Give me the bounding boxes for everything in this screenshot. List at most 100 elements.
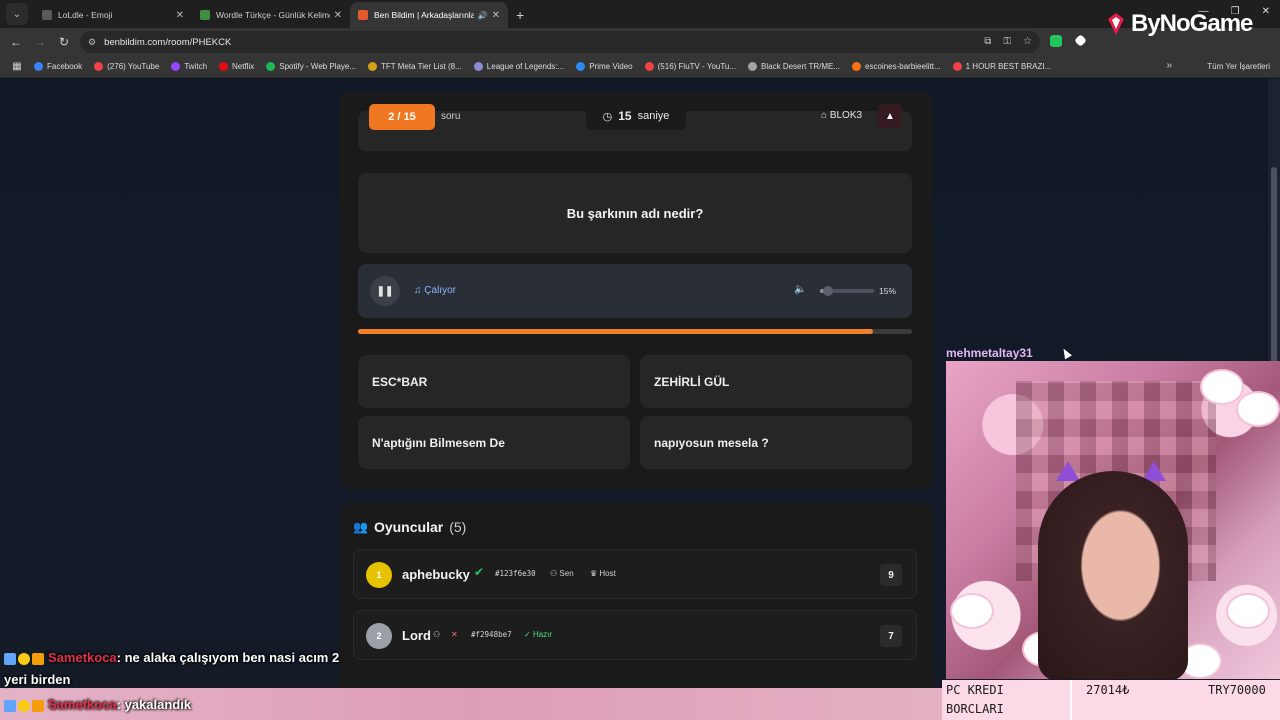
answer-option-3[interactable]: N'aptığını Bilmesem De <box>358 416 630 469</box>
bookmark-spotify[interactable]: Spotify - Web Playe... <box>266 62 356 71</box>
check-icon: ✓ <box>524 630 533 639</box>
player-score: 7 <box>880 625 902 647</box>
pause-icon: ❚❚ <box>376 285 394 297</box>
youtube-icon <box>644 62 654 71</box>
rank-badge: 1 <box>366 562 392 588</box>
badge-icon <box>4 652 16 665</box>
player-row: 2 Lord ⚇ ✕ #f2948be7 ✓ Hazır 7 <box>353 610 917 660</box>
report-button[interactable]: ▲ <box>878 104 902 128</box>
bookmark-label: (516) FluTV - YouTu... <box>657 62 737 71</box>
address-bar[interactable]: ⚙ benbildim.com/room/PHEKCK ⧉ ⚿ ☆ <box>80 31 1040 53</box>
bookmark-label: League of Legends:... <box>486 62 565 71</box>
music-note-icon: ♫ <box>414 285 425 296</box>
bookmark-facebook[interactable]: Facebook <box>34 62 82 71</box>
forward-icon[interactable]: → <box>28 35 52 49</box>
bookmark-brazil[interactable]: 1 HOUR BEST BRAZI... <box>952 62 1051 71</box>
volume-knob[interactable] <box>823 286 834 296</box>
ready-label: Hazır <box>532 630 553 639</box>
bookmark-league[interactable]: League of Legends:... <box>473 62 565 71</box>
bookmark-label: (276) YouTube <box>107 62 160 71</box>
bookmark-star-icon[interactable]: ☆ <box>1023 36 1032 47</box>
player-name: aphebucky <box>402 567 470 582</box>
close-icon[interactable]: ✕ <box>334 10 342 21</box>
tag-label: BLOK3 <box>829 110 863 121</box>
tab-bar: ⌄ LoLdle - Emoji ✕ Wordle Türkçe - Günlü… <box>0 0 1280 28</box>
kick-user-icon[interactable]: ✕ <box>451 630 458 639</box>
players-count: (5) <box>449 519 467 535</box>
answer-option-1[interactable]: ESC*BAR <box>358 355 630 408</box>
players-heading: 👥 Oyuncular (5) <box>353 519 466 535</box>
chat-text: : yakalandık <box>116 697 192 712</box>
reload-icon[interactable]: ↻ <box>52 35 76 49</box>
netflix-icon <box>219 62 229 71</box>
new-tab-button[interactable]: + <box>516 7 524 23</box>
facebook-icon <box>34 62 43 71</box>
answer-option-4[interactable]: napıyosun mesela ? <box>640 416 912 469</box>
chat-message: Sametkoca: yakalandık <box>4 697 191 712</box>
bookmark-flutv[interactable]: (516) FluTV - YouTu... <box>644 62 737 71</box>
loldle-favicon-icon <box>42 10 52 20</box>
apps-grid-icon[interactable]: ▦ <box>6 61 28 72</box>
tft-icon <box>368 62 378 71</box>
youtube-icon <box>94 62 104 71</box>
song-progress-fill <box>358 329 874 334</box>
twitch-icon <box>171 62 181 71</box>
password-key-icon[interactable]: ⚿ <box>1003 36 1011 47</box>
bookmark-prime[interactable]: Prime Video <box>576 62 633 71</box>
brand-text: ByNoGame <box>1131 10 1253 37</box>
timer-unit: saniye <box>637 110 670 122</box>
omnibox-actions: ⧉ ⚿ ☆ <box>984 36 1032 47</box>
cast-icon[interactable]: ⧉ <box>984 36 991 47</box>
bookmark-netflix[interactable]: Netflix <box>219 62 254 71</box>
all-bookmarks-folder[interactable]: Tüm Yer İşaretleri <box>1207 62 1270 71</box>
bookmark-label: Black Desert TR/ME... <box>761 62 841 71</box>
bookmark-label: Twitch <box>184 62 208 71</box>
bookmarks-bar: ▦ Facebook (276) YouTube Twitch Netflix … <box>0 56 1280 78</box>
host-badge: ♛ Host <box>590 569 616 578</box>
badge-icon <box>32 699 44 712</box>
speaker-icon[interactable]: 🔊 <box>478 11 488 20</box>
verified-icon: ✔ <box>474 565 485 579</box>
close-icon[interactable]: ✕ <box>492 10 500 21</box>
ready-badge: ✓ Hazır <box>524 630 552 639</box>
warning-icon: ▲ <box>885 110 895 122</box>
host-label: Host <box>599 569 616 578</box>
wordle-favicon-icon <box>200 10 210 20</box>
webcam-username: mehmetaltay31 <box>946 346 1033 360</box>
shield-extension-icon[interactable] <box>1050 35 1062 47</box>
bookmark-tft[interactable]: TFT Meta Tier List (8... <box>368 62 462 71</box>
question-counter-badge: 2 / 15 <box>369 104 435 130</box>
hello-kitty-icon <box>1226 593 1270 629</box>
pause-button[interactable]: ❚❚ <box>370 276 400 306</box>
volume-icon[interactable]: 🔈 <box>794 284 806 295</box>
back-icon[interactable]: ← <box>4 35 28 49</box>
close-window-icon[interactable]: ✕ <box>1262 6 1270 17</box>
bookmark-label: Prime Video <box>589 62 633 71</box>
tab-benbildim[interactable]: Ben Bildim | Arkadaşlarınla 🔊 ✕ <box>350 2 508 28</box>
spotify-icon <box>266 62 276 71</box>
close-icon[interactable]: ✕ <box>176 10 184 21</box>
league-icon <box>473 62 483 71</box>
chat-message: Sametkoca: ne alaka çalışıyom ben nasi a… <box>4 650 339 665</box>
badge-icon <box>32 652 44 665</box>
diamond-extension-icon[interactable] <box>1074 34 1087 47</box>
site-info-icon[interactable]: ⚙ <box>88 37 96 48</box>
pc-credit-overlay: PC KREDI BORCLARI 27014₺ TRY70000 <box>942 680 1280 720</box>
bookmark-youtube[interactable]: (276) YouTube <box>94 62 159 71</box>
bookmark-twitch[interactable]: Twitch <box>171 62 207 71</box>
bookmark-escoines[interactable]: escoines-barbieelitt... <box>852 62 941 71</box>
answer-option-2[interactable]: ZEHİRLİ GÜL <box>640 355 912 408</box>
volume-slider[interactable] <box>820 286 874 296</box>
hello-kitty-icon <box>950 593 994 629</box>
tab-search-button[interactable]: ⌄ <box>6 3 28 25</box>
streamer <box>1038 471 1188 679</box>
player-name: Lord <box>402 628 431 643</box>
bookmark-label: TFT Meta Tier List (8... <box>381 62 462 71</box>
category-tag: ⌂ BLOK3 <box>821 110 862 121</box>
tab-loldle[interactable]: LoLdle - Emoji ✕ <box>34 2 192 28</box>
tab-wordle[interactable]: Wordle Türkçe - Günlük Kelime ✕ <box>192 2 350 28</box>
more-bookmarks-icon[interactable]: » <box>1166 60 1172 71</box>
bookmark-black-desert[interactable]: Black Desert TR/ME... <box>748 62 840 71</box>
chat-text: : ne alaka çalışıyom ben nasi acım 2 <box>116 650 340 665</box>
question-label: soru <box>441 111 461 122</box>
